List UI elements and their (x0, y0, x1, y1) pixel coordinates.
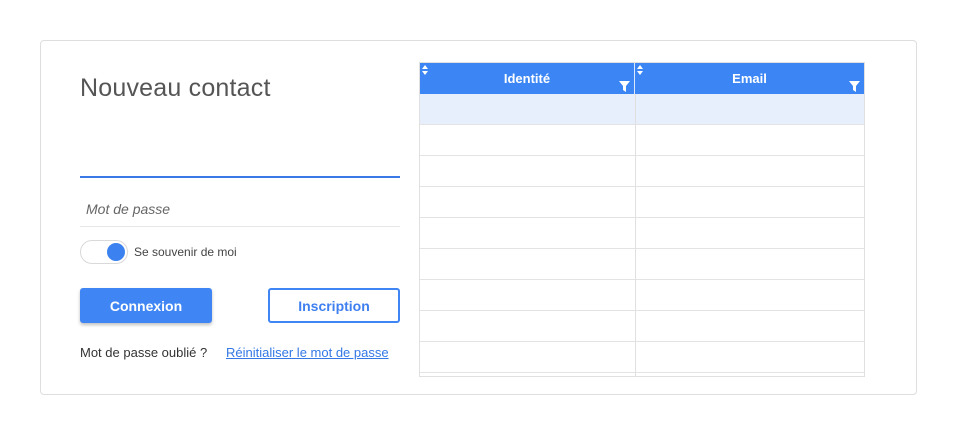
column-header-identite[interactable]: Identité (420, 63, 635, 94)
password-field[interactable]: Mot de passe (80, 196, 400, 227)
table-row[interactable] (420, 187, 864, 218)
remember-toggle[interactable] (80, 240, 128, 264)
register-button[interactable]: Inscription (268, 288, 400, 323)
table-row[interactable] (420, 218, 864, 249)
toggle-knob (107, 243, 125, 261)
table-row[interactable] (420, 249, 864, 280)
contacts-grid: Identité Email (419, 62, 865, 377)
grid-header: Identité Email (420, 63, 864, 94)
page-title: Nouveau contact (80, 74, 271, 102)
table-row[interactable] (420, 311, 864, 342)
table-row[interactable] (420, 280, 864, 311)
column-header-email[interactable]: Email (635, 63, 864, 94)
table-row[interactable] (420, 94, 864, 125)
column-divider (635, 94, 636, 376)
sort-icon[interactable] (422, 65, 428, 75)
login-button[interactable]: Connexion (80, 288, 212, 323)
filter-icon[interactable] (849, 81, 860, 92)
sort-icon[interactable] (637, 65, 643, 75)
table-row[interactable] (420, 156, 864, 187)
reset-password-link[interactable]: Réinitialiser le mot de passe (226, 345, 389, 360)
column-header-label: Identité (503, 71, 551, 86)
password-placeholder: Mot de passe (86, 201, 171, 217)
forgot-password-label: Mot de passe oublié ? (80, 345, 208, 360)
table-row[interactable] (420, 125, 864, 156)
table-row[interactable] (420, 342, 864, 373)
column-header-label: Email (732, 71, 767, 86)
name-field[interactable] (80, 176, 400, 178)
filter-icon[interactable] (619, 81, 630, 92)
remember-label: Se souvenir de moi (134, 245, 237, 259)
